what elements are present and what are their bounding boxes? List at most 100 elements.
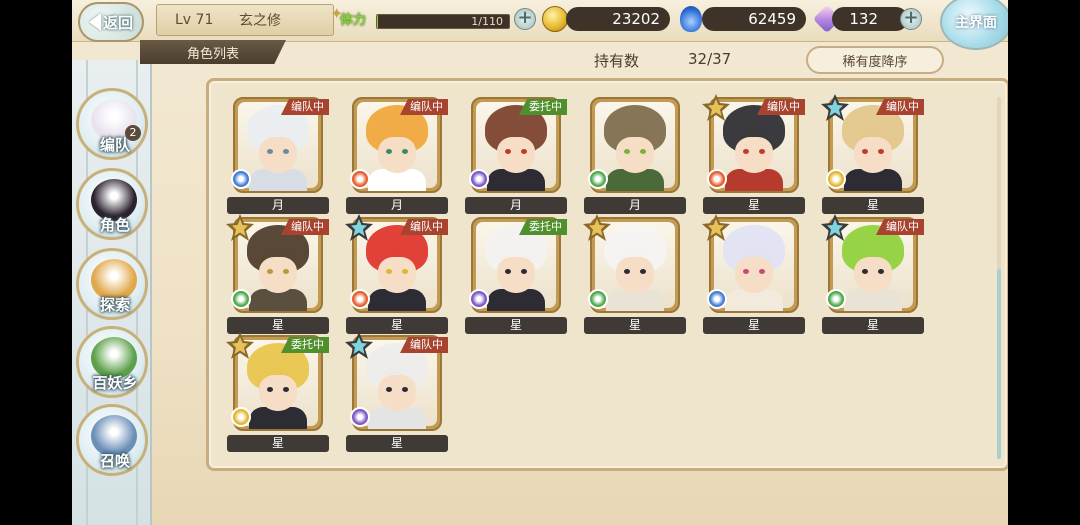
- owned-count-label: 持有数: [594, 52, 640, 70]
- rarity-star-icon: [226, 332, 254, 359]
- top-bar: 返回 Lv 71 玄之修 ✦ 体力 1/110 + 23202 62459 13…: [72, 0, 1008, 50]
- rarity-star-icon: [702, 214, 730, 241]
- nav-button-2[interactable]: 探索: [76, 248, 148, 320]
- rank-label: 星: [822, 197, 924, 214]
- nav-label: 探索: [99, 296, 130, 314]
- character-card[interactable]: 编队中星: [821, 94, 924, 215]
- character-card[interactable]: 月: [584, 97, 686, 215]
- add-stamina-button[interactable]: +: [514, 8, 536, 30]
- rarity-star-icon: [226, 214, 254, 241]
- rarity-star-icon: [345, 332, 373, 359]
- rank-label: 月: [346, 197, 448, 214]
- element-icon: [707, 169, 727, 189]
- nav-label: 百妖乡: [92, 374, 138, 392]
- add-gems-button[interactable]: +: [900, 8, 922, 30]
- nav-button-1[interactable]: 角色: [76, 168, 148, 240]
- sort-label: 稀有度降序: [842, 54, 908, 70]
- gold-amount: 23202: [566, 7, 670, 31]
- grid-scrollbar[interactable]: [997, 97, 1001, 459]
- rank-label: 星: [346, 435, 448, 452]
- element-icon: [350, 289, 370, 309]
- stamina-value: 1/110: [471, 15, 503, 28]
- status-badge: 编队中: [757, 99, 805, 115]
- character-card[interactable]: 委托中星: [226, 332, 329, 453]
- gem-amount: 132: [832, 7, 908, 31]
- status-badge: 编队中: [400, 219, 448, 235]
- element-icon: [826, 289, 846, 309]
- player-level: Lv 71: [175, 12, 214, 28]
- status-badge: 编队中: [876, 99, 924, 115]
- character-card[interactable]: 编队中星: [226, 214, 329, 335]
- character-list-label: 角色列表: [186, 46, 239, 62]
- element-icon: [231, 169, 251, 189]
- element-icon: [707, 289, 727, 309]
- letterbox-right: [1008, 0, 1080, 525]
- rarity-star-icon: [345, 214, 373, 241]
- character-card[interactable]: 编队中月: [227, 97, 329, 215]
- stamina-bar: 1/110: [376, 14, 510, 29]
- rank-label: 星: [822, 317, 924, 334]
- element-icon: [231, 289, 251, 309]
- status-badge: 编队中: [400, 337, 448, 353]
- status-badge: 委托中: [281, 337, 329, 353]
- nav-button-4[interactable]: 召唤: [76, 404, 148, 476]
- letterbox-left: [0, 0, 72, 525]
- nav-badge: 2: [125, 125, 141, 141]
- status-badge: 编队中: [400, 99, 448, 115]
- back-label: 返回: [102, 13, 133, 32]
- nav-label: 召唤: [99, 452, 130, 470]
- element-icon: [350, 169, 370, 189]
- back-button[interactable]: 返回: [78, 2, 144, 42]
- rarity-star-icon: [821, 94, 849, 121]
- status-badge: 委托中: [519, 219, 567, 235]
- nav-button-3[interactable]: 百妖乡: [76, 326, 148, 398]
- blue-currency-amount: 62459: [702, 7, 806, 31]
- character-grid-panel: 编队中月编队中月委托中月月编队中星编队中星编队中星编队中星委托中星星星编队中星委…: [206, 78, 1008, 471]
- rarity-star-icon: [583, 214, 611, 241]
- rank-label: 星: [703, 317, 805, 334]
- player-name: 玄之修: [239, 13, 281, 29]
- rank-label: 星: [227, 435, 329, 452]
- element-icon: [231, 407, 251, 427]
- status-badge: 编队中: [281, 99, 329, 115]
- character-card[interactable]: 委托中星: [465, 217, 567, 335]
- element-icon: [350, 407, 370, 427]
- game-screen: 返回 Lv 71 玄之修 ✦ 体力 1/110 + 23202 62459 13…: [72, 0, 1008, 525]
- character-card[interactable]: 编队中星: [702, 94, 805, 215]
- home-button[interactable]: 主界面: [940, 0, 1008, 50]
- scrollbar-thumb[interactable]: [997, 269, 1001, 459]
- character-card[interactable]: 星: [702, 214, 805, 335]
- character-card[interactable]: 委托中月: [465, 97, 567, 215]
- status-badge: 编队中: [876, 219, 924, 235]
- element-icon: [588, 289, 608, 309]
- blue-flame-icon: [680, 6, 702, 32]
- character-card[interactable]: 星: [583, 214, 686, 335]
- rank-label: 月: [584, 197, 686, 214]
- stamina-fill: [377, 15, 379, 28]
- nav-label: 编队: [99, 136, 130, 154]
- element-icon: [469, 289, 489, 309]
- nav-label: 角色: [99, 216, 130, 234]
- character-card[interactable]: 编队中星: [821, 214, 924, 335]
- rank-label: 星: [465, 317, 567, 334]
- back-arrow-icon: [88, 13, 101, 31]
- rarity-star-icon: [821, 214, 849, 241]
- stamina-label: 体力: [340, 13, 367, 28]
- status-badge: 编队中: [281, 219, 329, 235]
- owned-count-value: 32/37: [688, 50, 732, 68]
- character-card[interactable]: 编队中星: [345, 332, 448, 453]
- rarity-star-icon: [702, 94, 730, 121]
- sort-rarity-button[interactable]: 稀有度降序: [806, 46, 944, 74]
- character-list-tab[interactable]: 角色列表: [140, 40, 286, 64]
- status-badge: 委托中: [519, 99, 567, 115]
- rank-label: 月: [227, 197, 329, 214]
- nav-button-0[interactable]: 编队 2: [76, 88, 148, 160]
- home-label: 主界面: [955, 15, 997, 31]
- character-card[interactable]: 编队中月: [346, 97, 448, 215]
- character-card[interactable]: 编队中星: [345, 214, 448, 335]
- gold-coin-icon: [542, 6, 568, 32]
- rank-label: 星: [584, 317, 686, 334]
- player-info: Lv 71 玄之修: [156, 4, 334, 36]
- rank-label: 星: [703, 197, 805, 214]
- element-icon: [588, 169, 608, 189]
